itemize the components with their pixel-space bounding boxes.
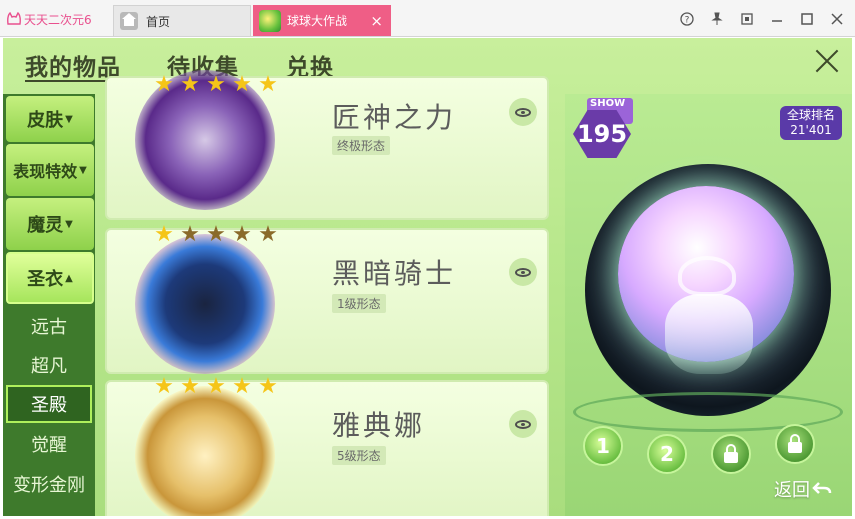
- star-icon: ★: [206, 72, 226, 97]
- item-form-badge: 5级形态: [332, 446, 386, 465]
- sub-item-transformers[interactable]: 变形金刚: [3, 464, 95, 504]
- star-icon: ★: [232, 374, 252, 399]
- item-card[interactable]: ★ ★ ★ ★ ★ 匠神之力 终极形态: [105, 70, 549, 220]
- item-form-badge: 1级形态: [332, 294, 386, 313]
- star-icon: ★: [154, 374, 174, 399]
- star-icon: ★: [154, 72, 174, 97]
- star-icon: ★: [258, 72, 278, 97]
- item-name: 黑暗骑士: [332, 257, 457, 290]
- star-icon: ★: [258, 222, 278, 247]
- tab-home[interactable]: 首页: [113, 5, 251, 36]
- star-icon: ★: [206, 222, 226, 247]
- eye-icon[interactable]: [509, 410, 537, 438]
- category-sidebar: 皮肤 ▼ 表现特效 ▼ 魔灵 ▼ 圣衣 ▲ 远古 超凡 圣殿 觉醒 变形金刚: [3, 94, 95, 516]
- svg-text:?: ?: [685, 16, 690, 26]
- item-stars: ★ ★ ★ ★ ★: [151, 224, 281, 246]
- light-beam: [665, 294, 753, 374]
- sub-item-awakening[interactable]: 觉醒: [3, 424, 95, 464]
- item-card[interactable]: ★ ★ ★ ★ ★ 黑暗骑士 1级形态: [105, 224, 549, 374]
- chevron-up-icon: ▲: [65, 272, 73, 284]
- lock-icon: [788, 433, 802, 453]
- item-stars: ★ ★ ★ ★ ★: [151, 376, 281, 398]
- item-stars: ★ ★ ★ ★ ★: [151, 74, 281, 96]
- item-card[interactable]: ★ ★ ★ ★ ★ 雅典娜 5级形态: [105, 376, 549, 516]
- category-spirit[interactable]: 魔灵 ▼: [6, 198, 94, 250]
- sub-item-ancient[interactable]: 远古: [3, 306, 95, 346]
- global-rank-badge[interactable]: 全球排名 21'401: [780, 106, 842, 140]
- cat-logo-icon: [7, 12, 21, 25]
- back-label: 返回: [774, 480, 810, 501]
- close-icon[interactable]: [822, 8, 852, 30]
- category-holy-armor[interactable]: 圣衣 ▲: [6, 252, 94, 304]
- item-avatar: [135, 234, 275, 374]
- category-label: 魔灵: [27, 215, 64, 236]
- window-controls: ?: [672, 8, 852, 30]
- form-slot-1[interactable]: 1: [583, 426, 623, 466]
- star-icon: ★: [180, 222, 200, 247]
- browser-titlebar: 天天二次元6 首页 球球大作战 × ?: [0, 0, 855, 37]
- item-name: 匠神之力: [332, 101, 457, 134]
- form-slot-locked[interactable]: [711, 434, 751, 474]
- eye-icon[interactable]: [509, 258, 537, 286]
- star-icon: ★: [206, 374, 226, 399]
- rank-value: 21'401: [790, 123, 832, 137]
- brand-text: 天天二次元6: [24, 12, 92, 27]
- form-slot-locked[interactable]: [775, 424, 815, 464]
- item-name: 雅典娜: [332, 409, 426, 442]
- close-icon[interactable]: [814, 48, 840, 74]
- category-label: 皮肤: [27, 110, 64, 131]
- chevron-down-icon: ▼: [65, 113, 73, 125]
- category-skin[interactable]: 皮肤 ▼: [6, 96, 94, 142]
- tab-close-icon[interactable]: ×: [370, 12, 383, 30]
- star-icon: ★: [258, 374, 278, 399]
- eye-icon[interactable]: [509, 98, 537, 126]
- game-canvas: 我的物品 待收集 兑换 皮肤 ▼ 表现特效 ▼ 魔灵 ▼ 圣衣 ▲ 远古 超凡 …: [3, 38, 852, 516]
- star-icon: ★: [232, 222, 252, 247]
- category-effects[interactable]: 表现特效 ▼: [6, 144, 94, 196]
- restore-icon[interactable]: [732, 8, 762, 30]
- home-icon: [120, 12, 138, 30]
- orb-frame: [585, 164, 831, 416]
- sub-item-sanctuary[interactable]: 圣殿: [6, 385, 92, 423]
- chevron-down-icon: ▼: [65, 218, 73, 230]
- rank-title: 全球排名: [786, 108, 835, 122]
- help-icon[interactable]: ?: [672, 8, 702, 30]
- preview-panel: SHOW 等级 195 全球排名 21'401 1 2 返回: [565, 94, 852, 516]
- item-avatar: [135, 386, 275, 516]
- lock-icon: [724, 443, 738, 463]
- star-icon: ★: [180, 72, 200, 97]
- minimize-icon[interactable]: [762, 8, 792, 30]
- category-label: 圣衣: [27, 269, 64, 290]
- browser-brand[interactable]: 天天二次元6: [6, 9, 92, 29]
- return-arrow-icon: [812, 482, 832, 494]
- tab-game-label: 球球大作战: [287, 14, 348, 28]
- item-form-badge: 终极形态: [332, 136, 391, 155]
- star-icon: ★: [232, 72, 252, 97]
- star-icon: ★: [180, 374, 200, 399]
- level-badge: SHOW 等级 195: [573, 98, 633, 162]
- maximize-icon[interactable]: [792, 8, 822, 30]
- sub-item-transcendent[interactable]: 超凡: [3, 345, 95, 385]
- tab-home-label: 首页: [146, 14, 171, 29]
- back-button[interactable]: 返回: [774, 476, 832, 502]
- tab-game[interactable]: 球球大作战 ×: [253, 5, 391, 36]
- pin-icon[interactable]: [702, 8, 732, 30]
- category-label: 表现特效: [13, 162, 78, 181]
- chevron-down-icon: ▼: [79, 164, 87, 176]
- form-slot-2[interactable]: 2: [647, 434, 687, 474]
- star-icon: ★: [154, 222, 174, 247]
- game-icon: [259, 9, 281, 32]
